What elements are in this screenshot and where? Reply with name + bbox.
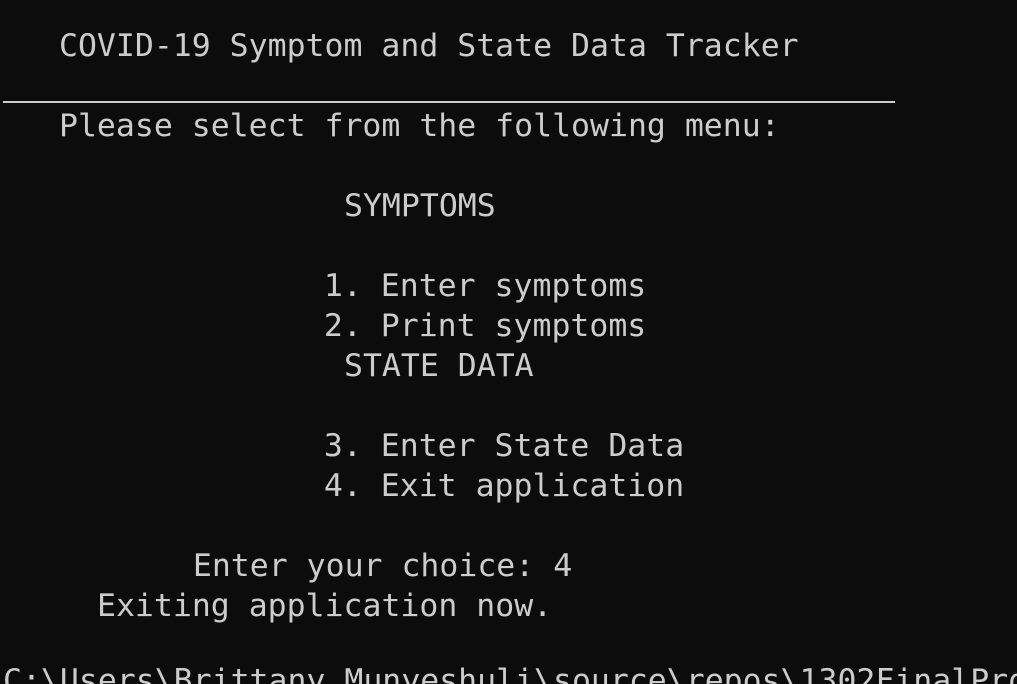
- choice-input[interactable]: 4: [553, 548, 572, 584]
- menu-option-label: Exit application: [380, 468, 685, 504]
- menu-prompt: Please select from the following menu:: [59, 108, 780, 144]
- choice-line[interactable]: Enter your choice: 4: [117, 506, 572, 584]
- app-title: COVID-19 Symptom and State Data Tracker: [59, 28, 799, 64]
- menu-option-3: 3. Enter State Data: [248, 386, 684, 464]
- menu-option-number: 2.: [323, 308, 362, 344]
- menu-option-1: 1. Enter symptoms: [248, 226, 646, 304]
- section-heading-symptoms: SYMPTOMS: [344, 188, 496, 224]
- menu-option-label: Print symptoms: [380, 308, 647, 344]
- divider-line: [3, 101, 895, 103]
- section-heading-state-data: STATE DATA: [344, 348, 534, 384]
- menu-option-number: 4.: [323, 468, 362, 504]
- menu-option-2: 2. Print symptoms: [248, 266, 646, 344]
- console-window[interactable]: COVID-19 Symptom and State Data Tracker …: [0, 0, 1017, 684]
- command-path-line: C:\Users\Brittany Munyeshuli\source\repo…: [3, 663, 1017, 684]
- exit-message: Exiting application now.: [97, 588, 553, 624]
- choice-prompt: Enter your choice:: [192, 548, 535, 584]
- menu-option-4: 4. Exit application: [248, 426, 684, 504]
